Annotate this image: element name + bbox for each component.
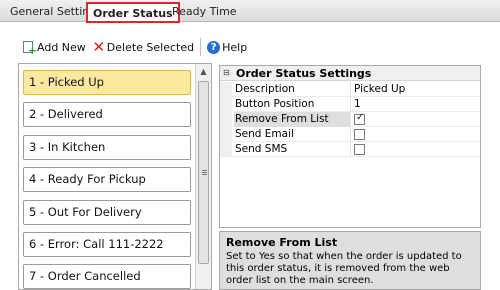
collapse-icon[interactable]: ⊟ [223, 68, 230, 77]
list-item-order-cancelled[interactable]: 7 - Order Cancelled [23, 264, 191, 289]
description-title: Remove From List [226, 236, 338, 249]
property-category-title: Order Status Settings [236, 67, 372, 80]
list-item-delivered[interactable]: 2 - Delivered [23, 102, 191, 127]
delete-selected-label: Delete Selected [106, 40, 195, 54]
property-row-description[interactable]: Description Picked Up [220, 82, 480, 97]
toolbar: + Add New ✕ Delete Selected ? Help [22, 38, 247, 56]
order-status-list[interactable]: 1 - Picked Up 2 - Delivered 3 - In Kitch… [18, 63, 212, 290]
row-gutter [220, 142, 232, 157]
add-new-button[interactable]: + Add New [22, 38, 86, 56]
list-item-ready-for-pickup[interactable]: 4 - Ready For Pickup [23, 167, 191, 192]
description-text: Set to Yes so that when the order is upd… [226, 251, 462, 286]
property-name: Send Email [234, 127, 351, 142]
scroll-thumb[interactable] [198, 81, 209, 264]
row-gutter [220, 82, 232, 97]
property-name: Description [234, 82, 351, 97]
property-value-description[interactable]: Picked Up [354, 82, 405, 97]
property-row-send-sms[interactable]: Send SMS [220, 142, 480, 157]
property-category-header[interactable]: ⊟ Order Status Settings [220, 66, 480, 81]
add-page-icon: + [22, 40, 37, 56]
send-email-checkbox[interactable] [354, 129, 365, 140]
property-name: Send SMS [234, 142, 351, 157]
row-gutter [220, 127, 232, 142]
row-gutter [220, 97, 232, 112]
property-row-button-position[interactable]: Button Position 1 [220, 97, 480, 112]
tab-ready-time[interactable]: Ready Time [166, 3, 243, 22]
row-gutter [220, 112, 232, 127]
list-scrollbar[interactable]: ▲ [195, 64, 211, 289]
property-row-send-email[interactable]: Send Email [220, 127, 480, 142]
add-new-label: Add New [37, 40, 86, 54]
list-item-in-kitchen[interactable]: 3 - In Kitchen [23, 135, 191, 160]
list-item-picked-up[interactable]: 1 - Picked Up [23, 70, 191, 95]
property-name: Remove From List [234, 112, 351, 127]
property-grid: ⊟ Order Status Settings Description Pick… [219, 65, 481, 228]
toolbar-separator [200, 38, 202, 56]
help-button[interactable]: ? Help [207, 38, 247, 56]
remove-from-list-checkbox[interactable] [354, 112, 365, 125]
help-label: Help [222, 40, 248, 54]
delete-selected-button[interactable]: ✕ Delete Selected [92, 37, 195, 56]
scroll-up-arrow-icon[interactable]: ▲ [196, 64, 211, 79]
property-description-panel: Remove From List Set to Yes so that when… [219, 231, 481, 290]
help-icon: ? [207, 40, 221, 54]
property-value-button-position[interactable]: 1 [354, 97, 361, 112]
property-row-remove-from-list[interactable]: Remove From List [220, 112, 480, 127]
send-sms-checkbox[interactable] [354, 144, 365, 155]
tab-strip: General Settings Order Status Ready Time [0, 0, 500, 23]
property-name: Button Position [234, 97, 351, 112]
list-item-out-for-delivery[interactable]: 5 - Out For Delivery [23, 200, 191, 225]
delete-x-icon: ✕ [92, 37, 106, 56]
scroll-grip-icon [202, 170, 207, 175]
list-item-error-call[interactable]: 6 - Error: Call 111-2222 [23, 232, 191, 257]
